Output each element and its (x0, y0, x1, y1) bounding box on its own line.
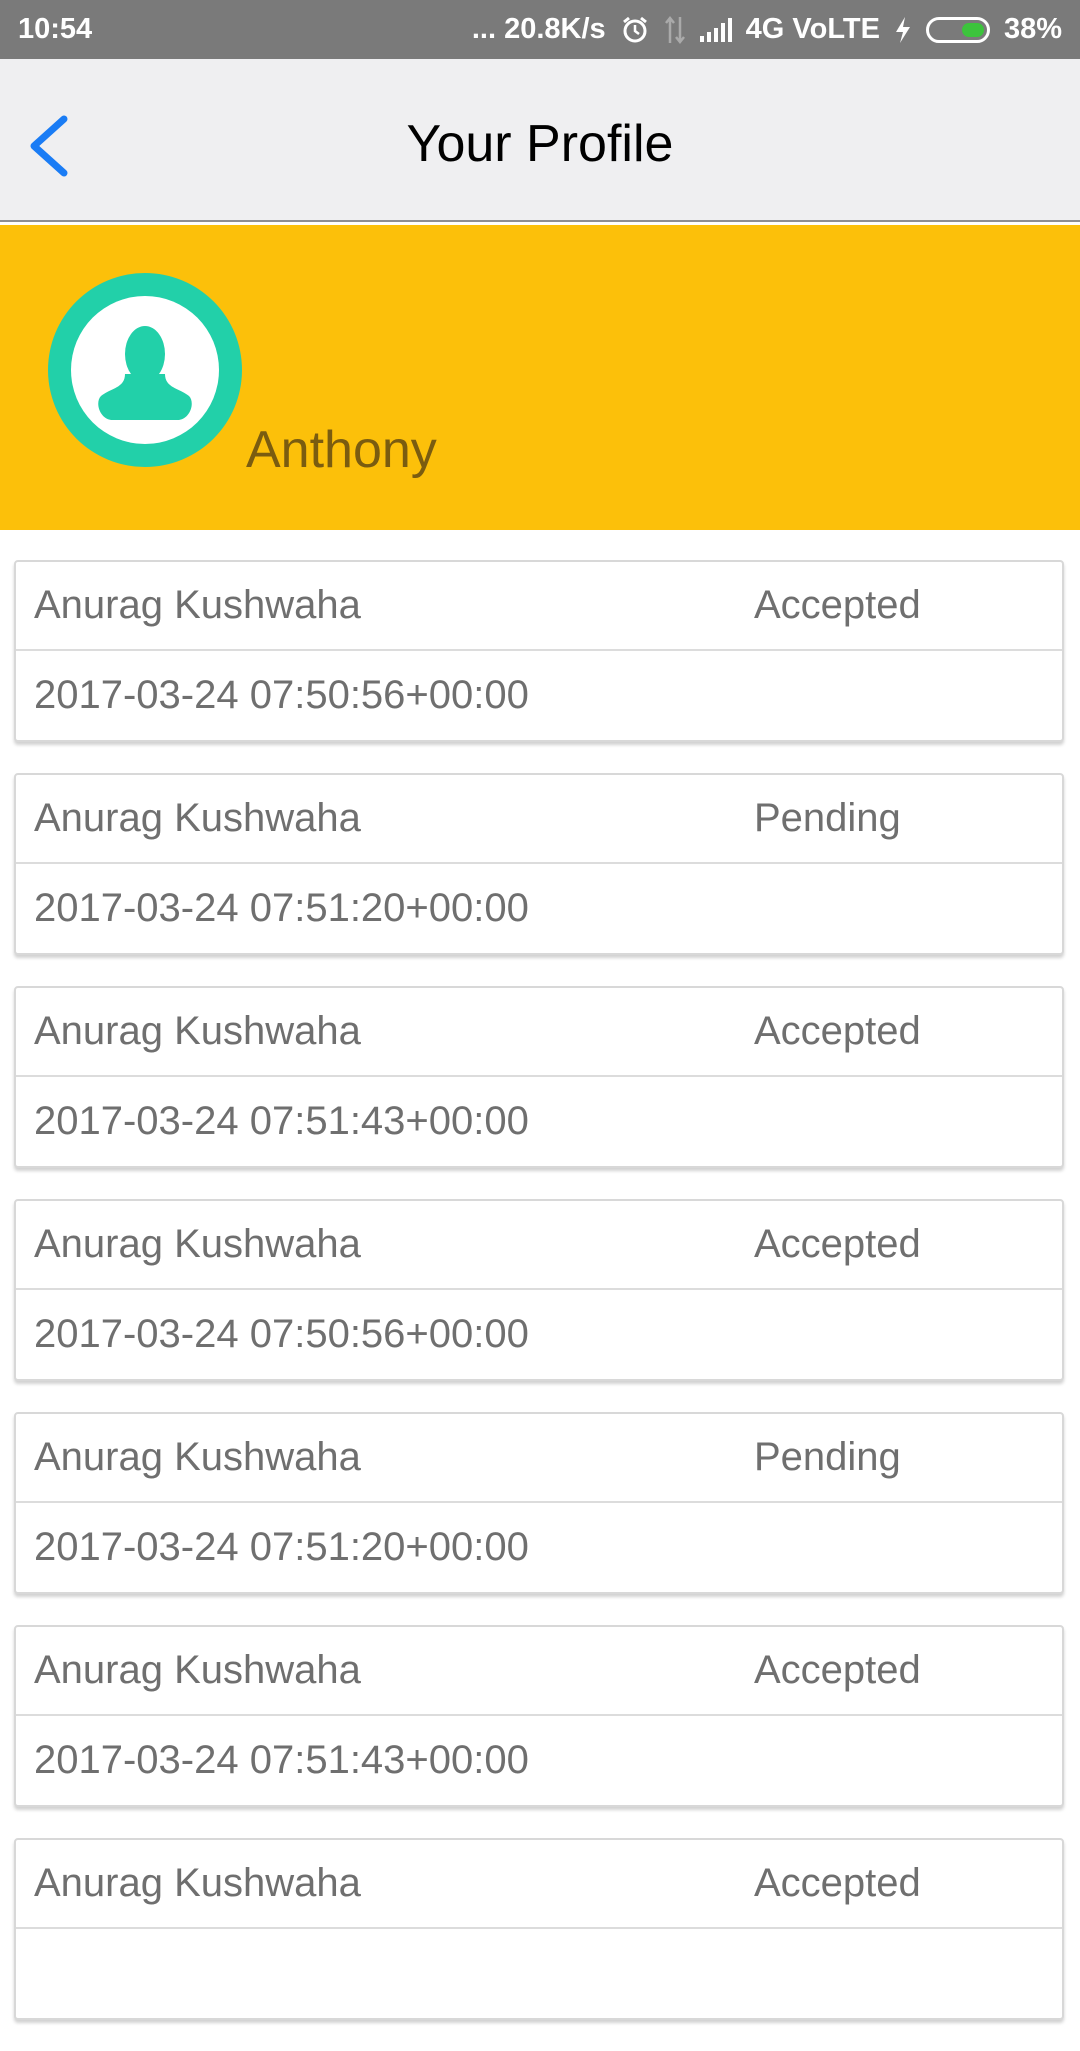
request-card[interactable]: Anurag Kushwaha Accepted (14, 1838, 1064, 2020)
request-list: Anurag Kushwaha Accepted 2017-03-24 07:50:… (14, 560, 1064, 2051)
battery-icon (925, 16, 990, 43)
request-card-footer: 2017-03-24 07:50:56+00:00 (16, 651, 1062, 740)
requester-name: Anurag Kushwaha (34, 1435, 361, 1479)
status-icons: ... 20.8K/s 4G VoLTE 38% (472, 13, 1062, 46)
data-arrows-icon (664, 15, 686, 45)
alarm-icon (620, 15, 650, 45)
request-card-footer: 2017-03-24 07:51:20+00:00 (16, 1503, 1062, 1592)
network-type: 4G VoLTE (745, 13, 880, 45)
user-silhouette-icon (98, 326, 192, 420)
request-card-header: Anurag Kushwaha Accepted (16, 1627, 1062, 1716)
request-status: Accepted (754, 1648, 921, 1692)
avatar-inner (71, 296, 219, 444)
requester-name: Anurag Kushwaha (34, 1648, 361, 1692)
request-status: Pending (754, 1435, 901, 1479)
request-card[interactable]: Anurag Kushwaha Pending 2017-03-24 07:51:2… (14, 773, 1064, 955)
requester-name: Anurag Kushwaha (34, 1009, 361, 1053)
request-card[interactable]: Anurag Kushwaha Accepted 2017-03-24 07:51:… (14, 986, 1064, 1168)
requester-name: Anurag Kushwaha (34, 1222, 361, 1266)
requester-name: Anurag Kushwaha (34, 796, 361, 840)
request-card-header: Anurag Kushwaha Accepted (16, 562, 1062, 651)
request-timestamp: 2017-03-24 07:51:20+00:00 (34, 1525, 529, 1569)
navigation-bar: Your Profile (0, 59, 1080, 222)
request-status: Pending (754, 796, 901, 840)
request-status: Accepted (754, 583, 921, 627)
request-timestamp: 2017-03-24 07:50:56+00:00 (34, 1312, 529, 1356)
request-card-footer: 2017-03-24 07:50:56+00:00 (16, 1290, 1062, 1379)
request-timestamp: 2017-03-24 07:51:20+00:00 (34, 886, 529, 930)
network-speed: ... 20.8K/s (471, 13, 606, 45)
request-timestamp: 2017-03-24 07:51:43+00:00 (34, 1099, 529, 1143)
request-timestamp: 2017-03-24 07:51:43+00:00 (34, 1738, 529, 1782)
request-card-header: Anurag Kushwaha Accepted (16, 988, 1062, 1077)
status-time: 10:54 (18, 13, 93, 45)
request-status: Accepted (754, 1009, 921, 1053)
profile-header: Anthony (0, 225, 1080, 530)
signal-icon (699, 17, 732, 42)
request-card[interactable]: Anurag Kushwaha Accepted 2017-03-24 07:50:… (14, 560, 1064, 742)
status-bar: 10:54 ... 20.8K/s 4G VoLTE 38% (0, 0, 1080, 59)
request-status: Accepted (754, 1222, 921, 1266)
request-card-header: Anurag Kushwaha Accepted (16, 1201, 1062, 1290)
request-card[interactable]: Anurag Kushwaha Pending 2017-03-24 07:51:2… (14, 1412, 1064, 1594)
requester-name: Anurag Kushwaha (34, 583, 361, 627)
request-card-header: Anurag Kushwaha Pending (16, 775, 1062, 864)
request-card-footer (16, 1929, 1062, 2018)
avatar (48, 273, 242, 467)
battery-level (961, 22, 984, 37)
request-card-header: Anurag Kushwaha Accepted (16, 1840, 1062, 1929)
request-status: Accepted (754, 1861, 921, 1905)
request-card-header: Anurag Kushwaha Pending (16, 1414, 1062, 1503)
profile-name: Anthony (246, 421, 437, 479)
charging-icon (894, 16, 912, 44)
request-card[interactable]: Anurag Kushwaha Accepted 2017-03-24 07:51:… (14, 1625, 1064, 1807)
request-card[interactable]: Anurag Kushwaha Accepted 2017-03-24 07:50:… (14, 1199, 1064, 1381)
battery-percent: 38% (1003, 13, 1062, 45)
request-card-footer: 2017-03-24 07:51:43+00:00 (16, 1077, 1062, 1166)
request-timestamp: 2017-03-24 07:50:56+00:00 (34, 673, 529, 717)
requester-name: Anurag Kushwaha (34, 1861, 361, 1905)
page-title: Your Profile (406, 115, 674, 173)
request-card-footer: 2017-03-24 07:51:43+00:00 (16, 1716, 1062, 1805)
request-card-footer: 2017-03-24 07:51:20+00:00 (16, 864, 1062, 953)
